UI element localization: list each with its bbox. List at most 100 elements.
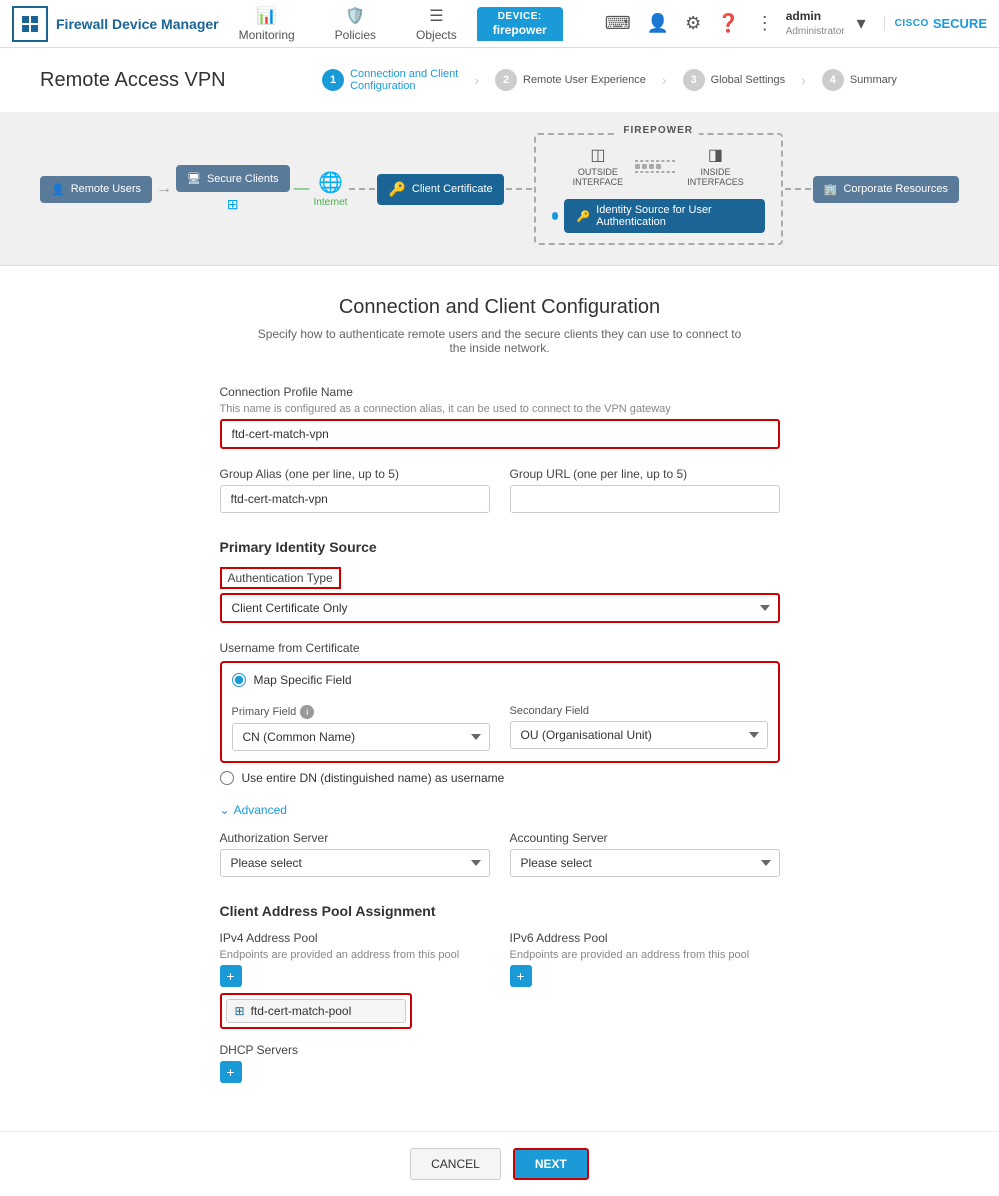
- primary-field-label: Primary Field i: [232, 705, 490, 719]
- nav-objects[interactable]: ☰ Objects: [396, 0, 477, 48]
- step-4-label: Summary: [850, 74, 897, 86]
- radio-use-dn[interactable]: Use entire DN (distinguished name) as us…: [220, 771, 780, 785]
- primary-field-select[interactable]: CN (Common Name) OU O: [232, 723, 490, 751]
- cisco-secure: CISCO SECURE: [884, 16, 987, 31]
- form-area: Connection Profile Name This name is con…: [220, 385, 780, 1083]
- step-3-circle: 3: [683, 69, 705, 91]
- nav-device[interactable]: DEVICE: firepower: [477, 7, 563, 41]
- radio-use-dn-input[interactable]: [220, 771, 234, 785]
- firepower-inner: ◫ OUTSIDEINTERFACE ◨ INSIDEINTERFACES: [573, 145, 744, 187]
- identity-icon: 🔑: [576, 210, 590, 223]
- terminal-icon[interactable]: ⌨: [601, 9, 635, 38]
- nav-right: ⌨ 👤 ⚙ ❓ ⋮ admin Administrator ▾ CISCO SE…: [601, 9, 987, 38]
- dashed-line-3: [785, 188, 811, 190]
- client-cert-box: 🔑 Client Certificate: [377, 174, 503, 205]
- secondary-field-select[interactable]: OU (Organisational Unit) CN O: [510, 721, 768, 749]
- diagram-secure-clients: 🖥 Secure Clients ⊞: [176, 165, 290, 213]
- auth-type-label: Authentication Type: [228, 571, 333, 585]
- logo-icon: [12, 6, 48, 42]
- secure-clients-icon: 🖥: [187, 172, 201, 185]
- form-col-ipv6: IPv6 Address Pool Endpoints are provided…: [510, 931, 780, 1029]
- form-col-ipv4: IPv4 Address Pool Endpoints are provided…: [220, 931, 490, 1029]
- ipv4-pool-hint: Endpoints are provided an address from t…: [220, 949, 490, 961]
- accounting-label: Accounting Server: [510, 831, 780, 845]
- form-group-auth-type: Authentication Type Client Certificate O…: [220, 567, 780, 623]
- objects-icon: ☰: [429, 6, 443, 26]
- ipv4-pool-item: ⊞ ftd-cert-match-pool: [226, 999, 406, 1023]
- diagram-remote-users: 👤 Remote Users: [40, 176, 152, 203]
- dhcp-add-button[interactable]: +: [220, 1061, 242, 1083]
- dashed-line-2: [506, 188, 532, 190]
- pool-icon: ⊞: [235, 1004, 245, 1018]
- auth-type-label-box: Authentication Type: [220, 567, 341, 589]
- radio-map-specific-input[interactable]: [232, 673, 246, 687]
- advanced-link[interactable]: ⌄ Advanced: [220, 803, 780, 817]
- notification-icon[interactable]: 👤: [643, 9, 673, 38]
- group-url-input[interactable]: [510, 485, 780, 513]
- form-group-accounting: Accounting Server Please select: [510, 831, 780, 877]
- diagram-corporate: 🏢 Corporate Resources: [813, 176, 959, 203]
- ipv4-pool-label: IPv4 Address Pool: [220, 931, 490, 945]
- remote-users-box: 👤 Remote Users: [40, 176, 152, 203]
- conn-profile-label: Connection Profile Name: [220, 385, 780, 399]
- identity-box: 🔑 Identity Source for User Authenticatio…: [564, 199, 764, 233]
- form-col-alias: Group Alias (one per line, up to 5): [220, 467, 490, 531]
- monitoring-icon: 📊: [257, 6, 277, 26]
- conn-profile-input[interactable]: [220, 419, 780, 449]
- dhcp-servers-label: DHCP Servers: [220, 1043, 780, 1057]
- auth-type-select[interactable]: Client Certificate Only AAA Only AAA and…: [220, 593, 780, 623]
- dashed-line-1: [349, 188, 375, 190]
- accounting-select[interactable]: Please select: [510, 849, 780, 877]
- settings-icon[interactable]: ⚙: [681, 9, 705, 38]
- primary-identity-title: Primary Identity Source: [220, 539, 780, 555]
- internet-icon: 🌐: [318, 170, 343, 195]
- client-pool-title: Client Address Pool Assignment: [220, 903, 780, 919]
- policies-icon: 🛡️: [345, 6, 365, 26]
- step-2-label: Remote User Experience: [523, 74, 646, 86]
- diagram-client-cert: 🔑 Client Certificate: [377, 174, 503, 205]
- cert-icon: 🔑: [388, 181, 405, 198]
- chevron-down-icon: ⌄: [220, 803, 230, 817]
- secondary-field-label: Secondary Field: [510, 705, 768, 717]
- form-row-pools: IPv4 Address Pool Endpoints are provided…: [220, 931, 780, 1029]
- step-2-circle: 2: [495, 69, 517, 91]
- more-icon[interactable]: ⋮: [752, 9, 778, 38]
- nav-items: 📊 Monitoring 🛡️ Policies ☰ Objects DEVIC…: [219, 0, 601, 48]
- next-button[interactable]: NEXT: [513, 1148, 589, 1180]
- windows-icon: ⊞: [227, 196, 239, 213]
- ipv6-add-button[interactable]: +: [510, 965, 532, 987]
- cancel-button[interactable]: CANCEL: [410, 1148, 501, 1180]
- wizard-step-4: 4 Summary: [806, 65, 913, 95]
- wizard-step-1: 1 Connection and ClientConfiguration: [306, 64, 474, 96]
- conn-profile-hint: This name is configured as a connection …: [220, 403, 780, 415]
- nav-monitoring[interactable]: 📊 Monitoring: [219, 0, 315, 48]
- diagram-flow: 👤 Remote Users → 🖥 Secure Clients ⊞ — 🌐 …: [40, 133, 959, 245]
- footer: CANCEL NEXT: [0, 1131, 999, 1196]
- radio-map-specific[interactable]: Map Specific Field: [232, 673, 768, 687]
- primary-field-info[interactable]: i: [300, 705, 314, 719]
- nav-policies[interactable]: 🛡️ Policies: [315, 0, 396, 48]
- form-group-url: Group URL (one per line, up to 5): [510, 467, 780, 513]
- dropdown-icon[interactable]: ▾: [853, 9, 870, 38]
- form-col-url: Group URL (one per line, up to 5): [510, 467, 780, 531]
- group-url-label: Group URL (one per line, up to 5): [510, 467, 780, 481]
- form-group-conn-profile: Connection Profile Name This name is con…: [220, 385, 780, 449]
- form-group-dhcp: DHCP Servers +: [220, 1043, 780, 1083]
- username-cert-box: Map Specific Field Primary Field i CN (C…: [220, 661, 780, 763]
- secure-clients-box: 🖥 Secure Clients: [176, 165, 290, 192]
- arrow-1: →: [152, 180, 176, 198]
- group-alias-input[interactable]: [220, 485, 490, 513]
- firepower-box: FIREPOWER ◫ OUTSIDEINTERFACE: [534, 133, 783, 245]
- wizard-step-2: 2 Remote User Experience: [479, 65, 662, 95]
- step-4-circle: 4: [822, 69, 844, 91]
- secondary-field-col: Secondary Field OU (Organisational Unit)…: [510, 705, 768, 751]
- corporate-box: 🏢 Corporate Resources: [813, 176, 959, 203]
- authorization-select[interactable]: Please select: [220, 849, 490, 877]
- app-title: Firewall Device Manager: [56, 16, 219, 32]
- ipv4-add-button[interactable]: +: [220, 965, 242, 987]
- top-navigation: Firewall Device Manager 📊 Monitoring 🛡️ …: [0, 0, 999, 48]
- help-icon[interactable]: ❓: [713, 9, 743, 38]
- main-content: Connection and Client Configuration Spec…: [0, 266, 999, 1131]
- corporate-icon: 🏢: [824, 183, 838, 196]
- section-title: Connection and Client Configuration: [40, 296, 959, 319]
